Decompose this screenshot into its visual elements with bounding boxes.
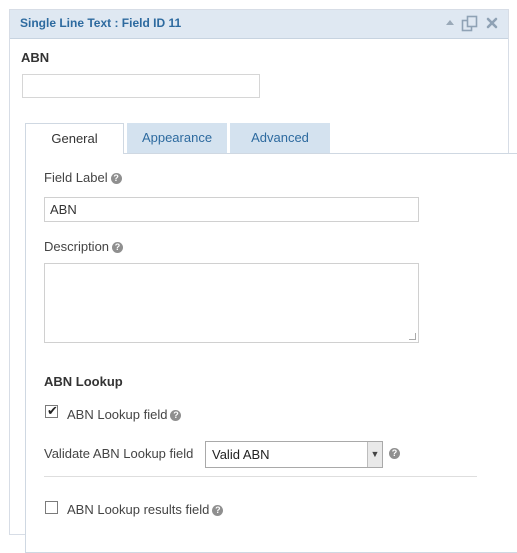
validate-abn-select[interactable]: Valid ABN ▼ (205, 441, 383, 468)
description-title: Description? (44, 239, 124, 254)
field-label-input[interactable]: ABN (44, 197, 419, 222)
duplicate-icon[interactable] (461, 15, 478, 32)
help-icon[interactable]: ? (389, 448, 400, 459)
resize-grip-icon[interactable] (409, 333, 416, 340)
tab-advanced[interactable]: Advanced (230, 123, 330, 153)
field-preview-input[interactable] (22, 74, 260, 98)
abn-lookup-results-checkbox[interactable] (45, 501, 58, 514)
tab-general[interactable]: General (25, 123, 124, 154)
chevron-down-icon[interactable]: ▼ (367, 442, 382, 467)
field-preview-label: ABN (21, 50, 50, 65)
abn-lookup-field-checkbox[interactable]: ✔ (45, 403, 58, 418)
help-icon[interactable]: ? (212, 505, 224, 516)
abn-lookup-section-title: ABN Lookup (44, 374, 123, 389)
divider (44, 476, 477, 477)
help-icon[interactable]: ? (170, 410, 182, 421)
tab-appearance[interactable]: Appearance (127, 123, 227, 153)
abn-lookup-field-label-text: ABN Lookup field (67, 407, 168, 422)
close-icon[interactable] (485, 16, 499, 30)
panel-title: Single Line Text : Field ID 11 (20, 16, 182, 30)
checkmark-icon: ✔ (47, 403, 58, 418)
help-icon[interactable]: ? (112, 242, 124, 253)
description-title-text: Description (44, 239, 110, 254)
abn-lookup-results-label: ABN Lookup results field? (67, 502, 224, 517)
description-textarea[interactable] (44, 263, 419, 343)
help-icon[interactable]: ? (110, 173, 122, 184)
field-label-title-text: Field Label (44, 170, 108, 185)
abn-lookup-results-label-text: ABN Lookup results field (67, 502, 210, 517)
panel-header: Single Line Text : Field ID 11 (10, 10, 508, 39)
abn-lookup-field-label: ABN Lookup field? (67, 407, 182, 422)
validate-abn-selected-value: Valid ABN (212, 447, 270, 462)
collapse-icon[interactable] (443, 16, 457, 30)
validate-abn-label: Validate ABN Lookup field (44, 446, 194, 461)
field-label-title: Field Label? (44, 170, 122, 185)
